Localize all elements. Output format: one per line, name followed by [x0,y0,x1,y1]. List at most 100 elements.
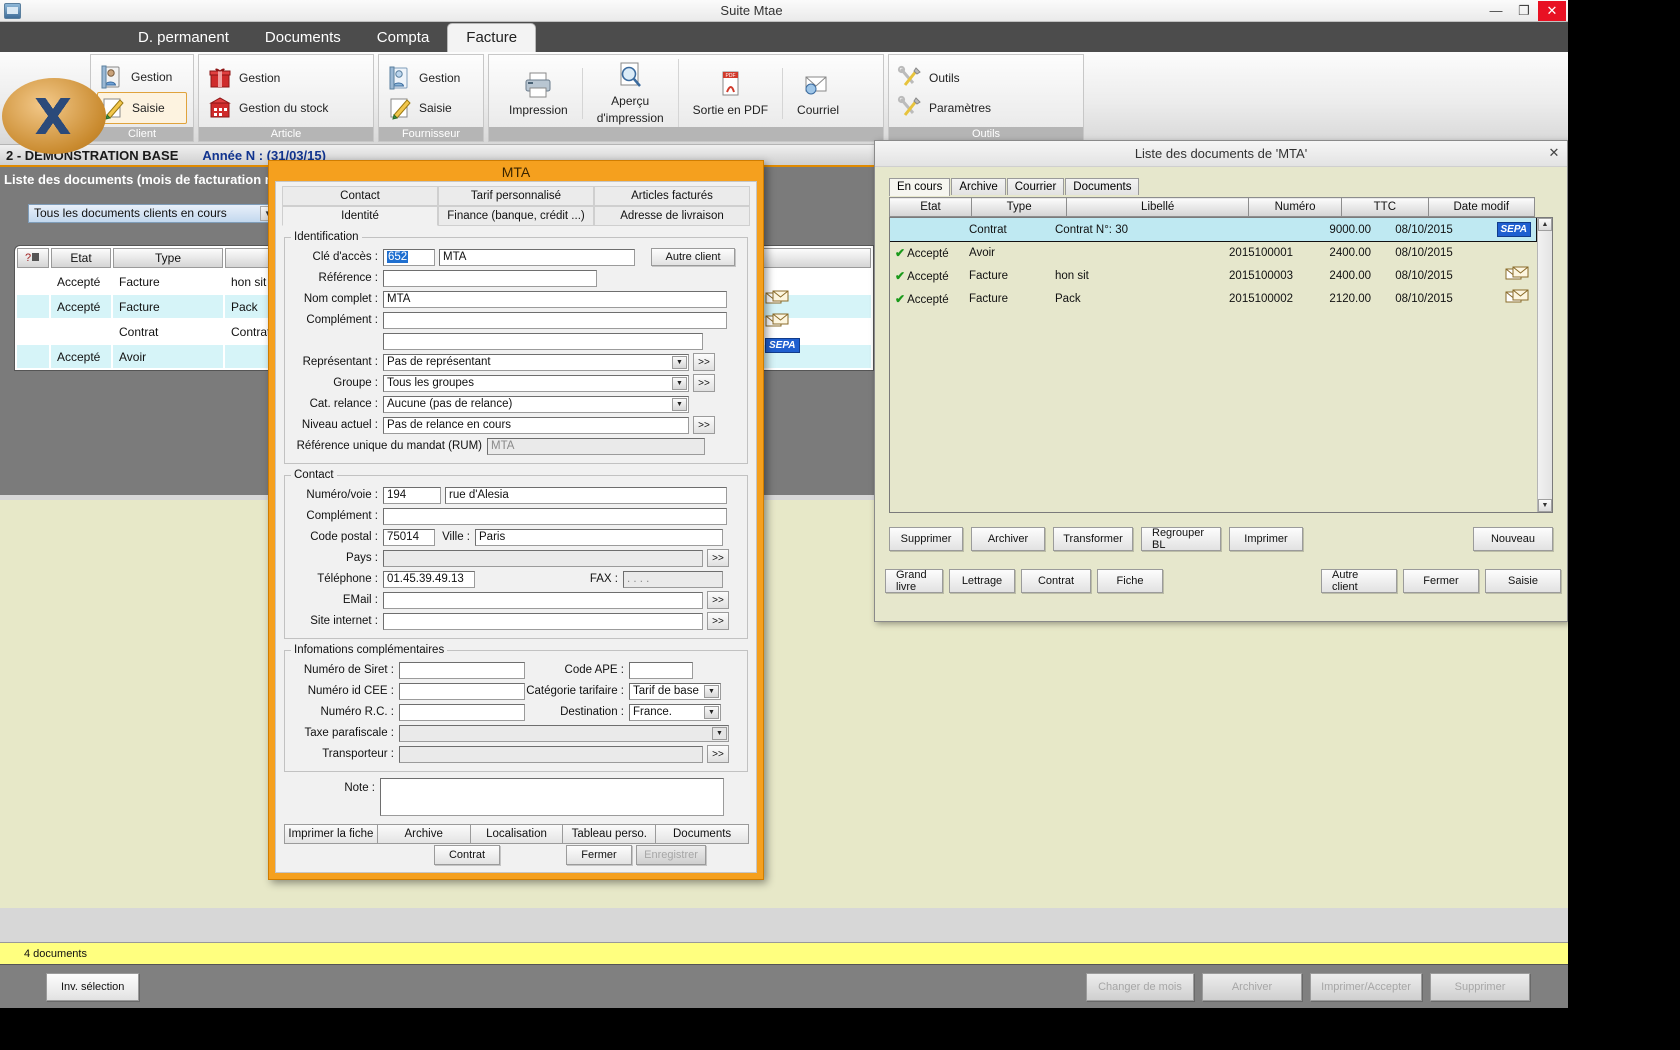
contrat-button[interactable]: Contrat [1021,569,1091,593]
vertical-scrollbar[interactable]: ▲ ▼ [1537,218,1552,512]
table-row[interactable]: Contrat Contrat N°: 30 9000.00 08/10/201… [890,218,1536,241]
representant-select[interactable]: Pas de représentant ▼ [383,354,689,371]
regrouper-bl-button[interactable]: Regrouper BL [1141,527,1221,551]
ribbon-item-article-stock[interactable]: Gestion du stock [205,93,367,123]
ribbon-button-apercu-impression[interactable]: Aperçu d'impression [583,59,679,127]
chevron-down-icon[interactable]: ▼ [704,706,719,719]
table-row[interactable]: ✔Accepté Facture hon sit 2015100003 2400… [890,264,1536,287]
ribbon-item-fournisseur-saisie[interactable]: Saisie [385,93,477,123]
column-header-date-modif[interactable]: Date modif [1428,198,1534,217]
ribbon-item-article-gestion[interactable]: Gestion [205,63,367,93]
niveau-actuel-more-button[interactable]: >> [693,416,715,434]
rc-input[interactable] [399,704,525,721]
nom-complet-input[interactable]: MTA [383,291,727,308]
column-header-numero[interactable]: Numéro [1249,198,1342,217]
fiche-button[interactable]: Fiche [1097,569,1163,593]
nouveau-button[interactable]: Nouveau [1473,527,1553,551]
destination-select[interactable]: France. ▼ [629,704,721,721]
ribbon-tab-facture[interactable]: Facture [447,23,536,52]
ribbon-item-client-saisie[interactable]: Saisie [97,92,187,124]
code-postal-input[interactable]: 75014 [383,529,435,546]
chevron-down-icon[interactable]: ▼ [672,398,687,411]
tab-courrier[interactable]: Courrier [1007,178,1065,195]
column-header-etat[interactable]: Etat [51,248,111,268]
grand-livre-button[interactable]: Grand livre [885,569,943,593]
minimize-icon[interactable]: — [1482,1,1510,21]
pays-input[interactable] [383,550,703,567]
ribbon-item-parametres[interactable]: Paramètres [895,93,1077,123]
fax-input[interactable]: . . . . [623,571,723,588]
site-more-button[interactable]: >> [707,612,729,630]
transporteur-input[interactable] [399,746,703,763]
ribbon-item-outils[interactable]: Outils [895,63,1077,93]
ape-input[interactable] [629,662,693,679]
column-header-libelle[interactable]: Libellé [1067,198,1249,217]
scroll-up-icon[interactable]: ▲ [1538,218,1552,231]
dialog-enregistrer-button[interactable]: Enregistrer [636,845,706,865]
categorie-select[interactable]: Tarif de base ▼ [629,683,721,700]
archiver-button[interactable]: Archiver [1202,973,1302,1001]
dialog-tab-tarif-personnalise[interactable]: Tarif personnalisé [438,186,594,206]
saisie-button[interactable]: Saisie [1485,569,1561,593]
imprimer-doc-button[interactable]: Imprimer [1229,527,1303,551]
ville-input[interactable]: Paris [475,529,723,546]
scroll-down-icon[interactable]: ▼ [1538,499,1552,512]
email-input[interactable] [383,592,703,609]
close-icon[interactable]: ✕ [1538,1,1566,21]
dialog-tab-identite[interactable]: Identité [282,206,438,226]
contact-complement-input[interactable] [383,508,727,525]
supprimer-button[interactable]: Supprimer [1430,973,1530,1001]
table-row[interactable]: ✔Accepté Facture Pack 2015100002 2120.00… [890,287,1536,310]
ribbon-item-client-gestion[interactable]: Gestion [97,62,187,92]
fermer-button[interactable]: Fermer [1403,569,1479,593]
reference-input[interactable] [383,270,597,287]
dialog-tab-articles-factures[interactable]: Articles facturés [594,186,750,206]
close-icon[interactable]: ✕ [1543,143,1565,163]
pays-more-button[interactable]: >> [707,549,729,567]
complement2-input[interactable] [383,333,703,350]
telephone-input[interactable]: 01.45.39.49.13 [383,571,475,588]
maximize-icon[interactable]: ❐ [1510,1,1538,21]
chevron-down-icon[interactable]: ▼ [672,356,687,369]
column-header-type[interactable]: Type [113,248,223,268]
complement-input[interactable] [383,312,727,329]
supprimer-doc-button[interactable]: Supprimer [889,527,963,551]
ribbon-tab-documents[interactable]: Documents [247,24,359,52]
dialog-fermer-button[interactable]: Fermer [566,845,632,865]
dialog-tab-finance[interactable]: Finance (banque, crédit ...) [438,206,594,226]
groupe-select[interactable]: Tous les groupes ▼ [383,375,689,392]
dialog-contrat-button[interactable]: Contrat [434,845,500,865]
ribbon-tab-compta[interactable]: Compta [359,24,448,52]
inv-selection-button[interactable]: Inv. sélection [46,973,139,1001]
tab-en-cours[interactable]: En cours [889,178,950,196]
site-input[interactable] [383,613,703,630]
autre-client-dialog-button[interactable]: Autre client [651,248,735,266]
numero-input[interactable]: 194 [383,487,441,504]
ribbon-button-sortie-pdf[interactable]: PDF Sortie en PDF [679,68,783,119]
cle-acces-name-input[interactable]: MTA [439,249,635,266]
cat-relance-select[interactable]: Aucune (pas de relance) ▼ [383,396,689,413]
lettrage-button[interactable]: Lettrage [949,569,1015,593]
column-selector-icon[interactable]: ? [17,248,49,268]
dialog-tab-contact[interactable]: Contact [282,186,438,206]
ribbon-button-impression[interactable]: Impression [495,68,583,119]
tab-documents[interactable]: Documents [1065,178,1139,195]
archiver-doc-button[interactable]: Archiver [971,527,1045,551]
autre-client-button[interactable]: Autre client [1321,569,1397,593]
email-more-button[interactable]: >> [707,591,729,609]
chevron-down-icon[interactable]: ▼ [704,685,719,698]
document-filter-select[interactable]: Tous les documents clients en cours ▼ [28,204,278,223]
cee-input[interactable] [399,683,525,700]
ribbon-tab-d-permanent[interactable]: D. permanent [120,24,247,52]
column-header-etat[interactable]: Etat [890,198,972,217]
chevron-down-icon[interactable]: ▼ [672,377,687,390]
voie-input[interactable]: rue d'Alesia [445,487,727,504]
changer-de-mois-button[interactable]: Changer de mois [1086,973,1194,1001]
table-row[interactable]: ✔Accepté Avoir 2015100001 2400.00 08/10/… [890,241,1536,264]
chevron-down-icon[interactable]: ▼ [712,727,727,740]
cle-acces-input[interactable]: 652 [383,249,435,266]
groupe-more-button[interactable]: >> [693,374,715,392]
transformer-button[interactable]: Transformer [1053,527,1133,551]
taxe-select[interactable]: ▼ [399,725,729,742]
siret-input[interactable] [399,662,525,679]
